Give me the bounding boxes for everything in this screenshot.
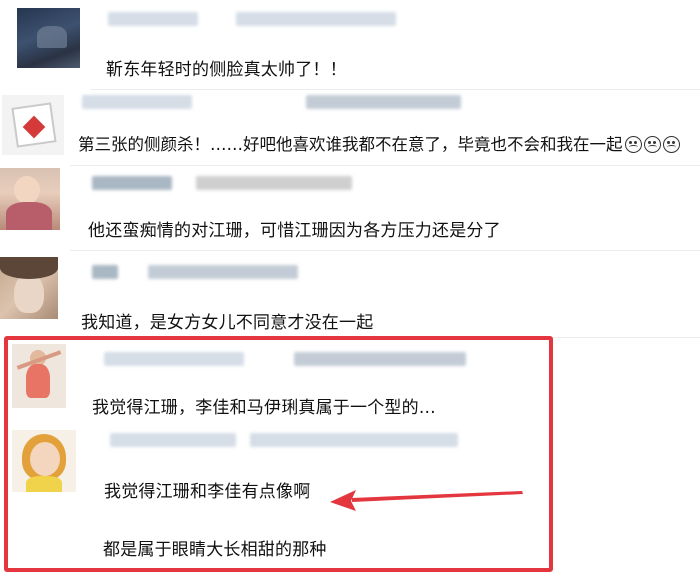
arrow-icon — [330, 490, 523, 511]
